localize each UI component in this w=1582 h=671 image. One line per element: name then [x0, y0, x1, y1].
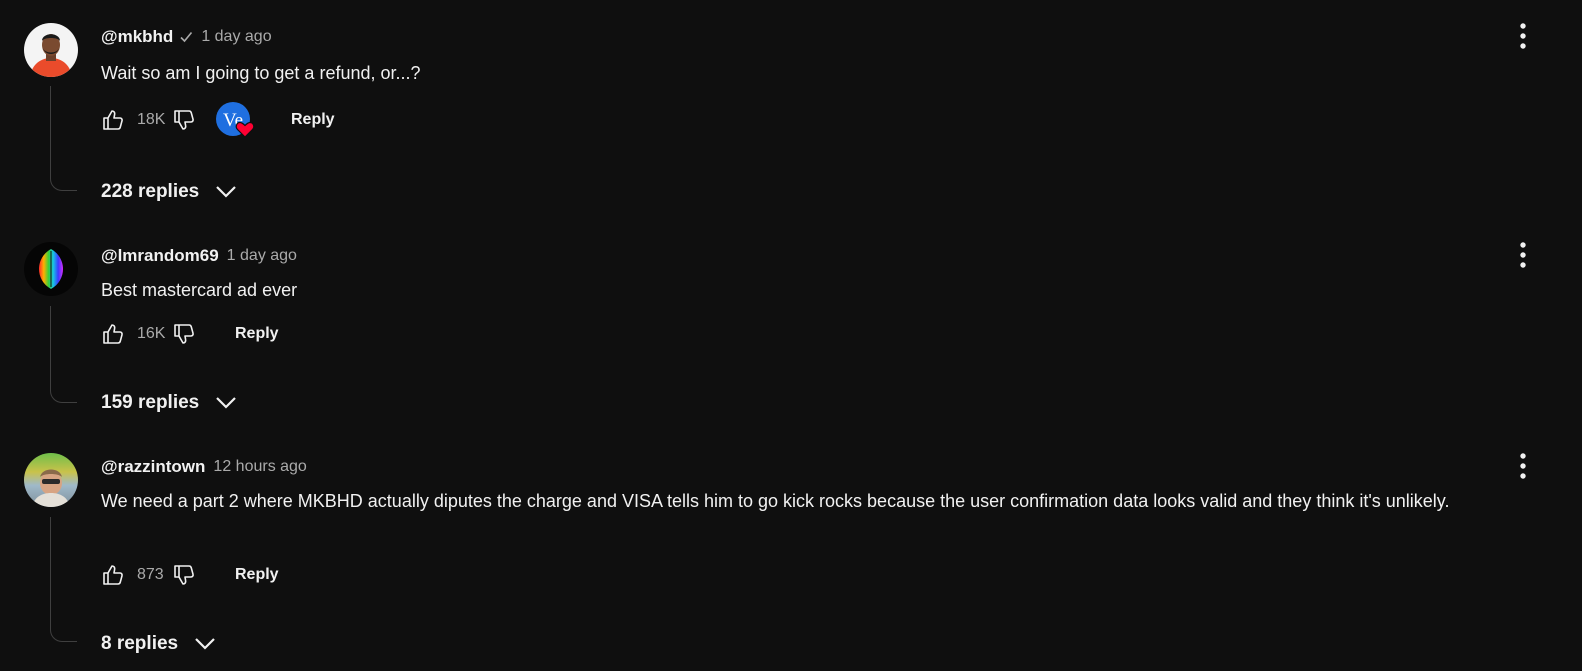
creator-heart-badge[interactable]: Ve: [215, 100, 255, 140]
comment-timestamp[interactable]: 1 day ago: [201, 28, 271, 46]
more-vertical-icon[interactable]: [1512, 242, 1534, 268]
comment-author[interactable]: @razzintown: [101, 457, 205, 477]
thumbs-down-icon: [174, 324, 194, 344]
avatar[interactable]: [24, 23, 78, 77]
comment-toolbar: 18K Ve Reply: [100, 100, 335, 140]
like-count: 18K: [137, 111, 166, 128]
comment-timestamp[interactable]: 1 day ago: [227, 247, 297, 265]
thumbs-up-icon: [103, 324, 123, 344]
thread-line: [50, 306, 77, 403]
reply-button[interactable]: Reply: [235, 566, 279, 584]
view-replies-button[interactable]: 228 replies: [101, 180, 237, 204]
comment-text: Wait so am I going to get a refund, or..…: [101, 63, 421, 83]
comment-author[interactable]: @lmrandom69: [101, 246, 219, 266]
comment-timestamp[interactable]: 12 hours ago: [213, 458, 306, 476]
thumbs-up-icon: [103, 565, 123, 585]
thread-line: [50, 517, 77, 642]
like-button[interactable]: [100, 321, 126, 347]
comment-toolbar: 873 Reply: [100, 555, 279, 595]
thumbs-down-icon: [174, 110, 194, 130]
like-button[interactable]: [100, 562, 126, 588]
comment-thread: @lmrandom69 1 day ago Best mastercard ad…: [0, 230, 1582, 430]
replies-count: 228 replies: [101, 181, 200, 202]
comment-header: @lmrandom69 1 day ago: [101, 246, 297, 266]
comment-author[interactable]: @mkbhd: [101, 27, 173, 47]
more-vertical-icon[interactable]: [1512, 23, 1534, 49]
comment-toolbar: 16K Reply: [100, 314, 279, 354]
chevron-down-icon: [216, 186, 237, 198]
replies-count: 159 replies: [101, 392, 200, 413]
more-vertical-icon[interactable]: [1512, 453, 1534, 479]
thumbs-down-icon: [174, 565, 194, 585]
thumbs-up-icon: [103, 110, 123, 130]
reply-button[interactable]: Reply: [235, 325, 279, 343]
dislike-button[interactable]: [171, 562, 197, 588]
comment-thread: @mkbhd 1 day ago Wait so am I going to g…: [0, 0, 1582, 220]
comment-thread: @razzintown 12 hours ago We need a part …: [0, 440, 1582, 671]
like-button[interactable]: [100, 107, 126, 133]
chevron-down-icon: [195, 638, 215, 650]
dislike-button[interactable]: [171, 107, 197, 133]
view-replies-button[interactable]: 159 replies: [101, 391, 237, 415]
view-replies-button[interactable]: 8 replies: [101, 632, 216, 656]
comment-text: We need a part 2 where MKBHD actually di…: [101, 491, 1450, 511]
like-count: 16K: [137, 325, 166, 342]
chevron-down-icon: [216, 397, 237, 409]
replies-count: 8 replies: [101, 633, 179, 654]
comment-header: @mkbhd 1 day ago: [101, 27, 272, 47]
reply-button[interactable]: Reply: [291, 111, 335, 129]
dislike-button[interactable]: [171, 321, 197, 347]
comment-header: @razzintown 12 hours ago: [101, 457, 307, 477]
like-count: 873: [137, 566, 164, 583]
comment-text: Best mastercard ad ever: [101, 280, 298, 300]
thread-line: [50, 86, 77, 191]
checkmark-icon: [179, 30, 193, 44]
avatar[interactable]: [24, 453, 78, 507]
avatar[interactable]: [24, 242, 78, 296]
